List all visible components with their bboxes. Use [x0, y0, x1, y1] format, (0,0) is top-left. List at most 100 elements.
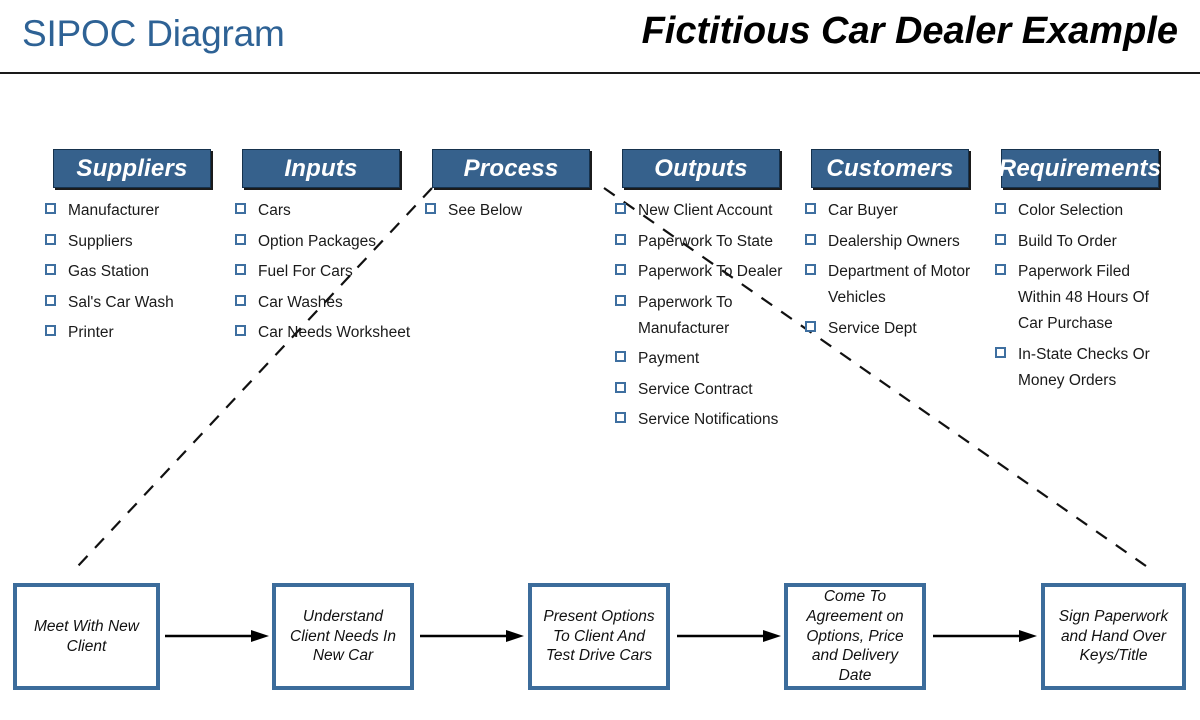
list-item-label: Car Buyer — [828, 202, 898, 219]
list-item[interactable]: Color Selection — [995, 198, 1175, 224]
checkbox-square-icon — [805, 233, 816, 245]
checkbox-square-icon — [995, 346, 1006, 358]
checkbox-square-icon — [615, 294, 626, 306]
list-item-label: Service Dept — [828, 319, 917, 337]
column-header-label: Requirements — [998, 154, 1162, 182]
list-item-label: Paperwork To Dealer — [638, 263, 783, 281]
process-step-label: Present Options To Client And Test Drive… — [543, 607, 655, 665]
column-list-inputs: Cars Option Packages Fuel For Cars Car W… — [235, 198, 425, 351]
list-item[interactable]: Paperwork Filed Within 48 Hours Of Car P… — [995, 259, 1175, 337]
column-header-requirements[interactable]: Requirements — [998, 149, 1162, 188]
list-item[interactable]: Car Buyer — [805, 198, 980, 224]
column-header-outputs[interactable]: Outputs — [622, 149, 780, 188]
list-item-label: Fuel For Cars — [258, 263, 353, 281]
checkbox-square-icon — [805, 203, 816, 214]
list-item[interactable]: Paperwork To Manufacturer — [615, 290, 797, 342]
checkbox-square-icon — [805, 264, 816, 276]
checkbox-square-icon — [235, 294, 246, 306]
list-item-label: Sal's Car Wash — [68, 293, 174, 311]
checkbox-square-icon — [995, 233, 1006, 245]
checkbox-square-icon — [45, 233, 56, 245]
page-subtitle: Fictitious Car Dealer Example — [641, 10, 1178, 52]
column-list-suppliers: Manufacturer Suppliers Gas Station Sal's… — [45, 198, 230, 351]
list-item-label: See Below — [448, 202, 523, 219]
process-step-4[interactable]: Come To Agreement on Options, Price and … — [784, 583, 926, 690]
column-header-label: Process — [463, 154, 559, 182]
list-item[interactable]: Gas Station — [45, 259, 230, 285]
column-header-inputs[interactable]: Inputs — [242, 149, 400, 188]
list-item-label: Paperwork To Manufacturer — [638, 293, 733, 337]
list-item-label: Department of Motor Vehicles — [828, 263, 971, 307]
list-item[interactable]: In-State Checks Or Money Orders — [995, 342, 1175, 394]
checkbox-square-icon — [615, 203, 626, 214]
checkbox-square-icon — [45, 203, 56, 214]
list-item[interactable]: Dealership Owners — [805, 229, 980, 255]
arrow-right-icon-4 — [933, 630, 1037, 642]
list-item-label: Service Contract — [638, 380, 753, 398]
list-item[interactable]: Payment — [615, 346, 797, 372]
process-step-label: Sign Paperwork and Hand Over Keys/Title — [1058, 607, 1169, 665]
list-item[interactable]: Service Contract — [615, 377, 797, 403]
column-header-label: Inputs — [284, 154, 358, 182]
column-header-suppliers[interactable]: Suppliers — [53, 149, 211, 188]
list-item[interactable]: Service Notifications — [615, 407, 797, 433]
checkbox-square-icon — [615, 381, 626, 393]
list-item[interactable]: See Below — [425, 198, 595, 224]
list-item[interactable]: Car Needs Worksheet — [235, 320, 425, 346]
checkbox-square-icon — [235, 203, 246, 214]
checkbox-square-icon — [615, 412, 626, 424]
checkbox-square-icon — [615, 233, 626, 245]
column-list-requirements: Color Selection Build To Order Paperwork… — [995, 198, 1175, 398]
list-item[interactable]: Paperwork To Dealer — [615, 259, 797, 285]
list-item-label: Gas Station — [68, 263, 149, 281]
list-item[interactable]: Car Washes — [235, 290, 425, 316]
list-item-label: Paperwork To State — [638, 232, 773, 250]
header-divider — [0, 72, 1200, 74]
list-item[interactable]: Fuel For Cars — [235, 259, 425, 285]
process-step-1[interactable]: Meet With New Client — [13, 583, 160, 690]
arrow-right-icon-3 — [677, 630, 781, 642]
list-item-label: Build To Order — [1018, 232, 1117, 250]
list-item[interactable]: Paperwork To State — [615, 229, 797, 255]
list-item[interactable]: Option Packages — [235, 229, 425, 255]
process-step-label: Come To Agreement on Options, Price and … — [806, 587, 904, 685]
process-step-2[interactable]: Understand Client Needs In New Car — [272, 583, 414, 690]
list-item[interactable]: Suppliers — [45, 229, 230, 255]
arrow-right-icon-2 — [420, 630, 524, 642]
column-header-label: Suppliers — [76, 154, 188, 182]
list-item[interactable]: Manufacturer — [45, 198, 230, 224]
page-header: SIPOC Diagram Fictitious Car Dealer Exam… — [0, 0, 1200, 74]
checkbox-square-icon — [45, 294, 56, 306]
column-header-label: Customers — [826, 154, 954, 182]
list-item[interactable]: Department of Motor Vehicles — [805, 259, 980, 311]
checkbox-square-icon — [805, 320, 816, 332]
checkbox-square-icon — [995, 264, 1006, 276]
process-step-3[interactable]: Present Options To Client And Test Drive… — [528, 583, 670, 690]
process-step-5[interactable]: Sign Paperwork and Hand Over Keys/Title — [1041, 583, 1186, 690]
list-item[interactable]: Cars — [235, 198, 425, 224]
list-item-label: Payment — [638, 350, 700, 368]
list-item-label: Paperwork Filed Within 48 Hours Of Car P… — [1018, 263, 1149, 333]
column-header-process[interactable]: Process — [432, 149, 590, 188]
list-item-label: Suppliers — [68, 232, 133, 250]
list-item[interactable]: Service Dept — [805, 316, 980, 342]
list-item[interactable]: Build To Order — [995, 229, 1175, 255]
list-item[interactable]: Printer — [45, 320, 230, 346]
checkbox-square-icon — [235, 233, 246, 245]
checkbox-square-icon — [235, 264, 246, 276]
list-item-label: Car Needs Worksheet — [258, 324, 411, 342]
list-item-label: Manufacturer — [68, 202, 160, 219]
list-item-label: Service Notifications — [638, 411, 779, 429]
column-header-customers[interactable]: Customers — [811, 149, 969, 188]
checkbox-square-icon — [615, 351, 626, 363]
sipoc-diagram-page: SIPOC Diagram Fictitious Car Dealer Exam… — [0, 0, 1200, 720]
list-item[interactable]: New Client Account — [615, 198, 797, 224]
column-list-customers: Car Buyer Dealership Owners Department o… — [805, 198, 980, 346]
list-item-label: Color Selection — [1018, 202, 1124, 219]
list-item-label: Cars — [258, 202, 291, 219]
column-list-process: See Below — [425, 198, 595, 229]
process-step-label: Understand Client Needs In New Car — [290, 607, 396, 665]
list-item-label: Option Packages — [258, 232, 377, 250]
checkbox-square-icon — [45, 264, 56, 276]
list-item[interactable]: Sal's Car Wash — [45, 290, 230, 316]
